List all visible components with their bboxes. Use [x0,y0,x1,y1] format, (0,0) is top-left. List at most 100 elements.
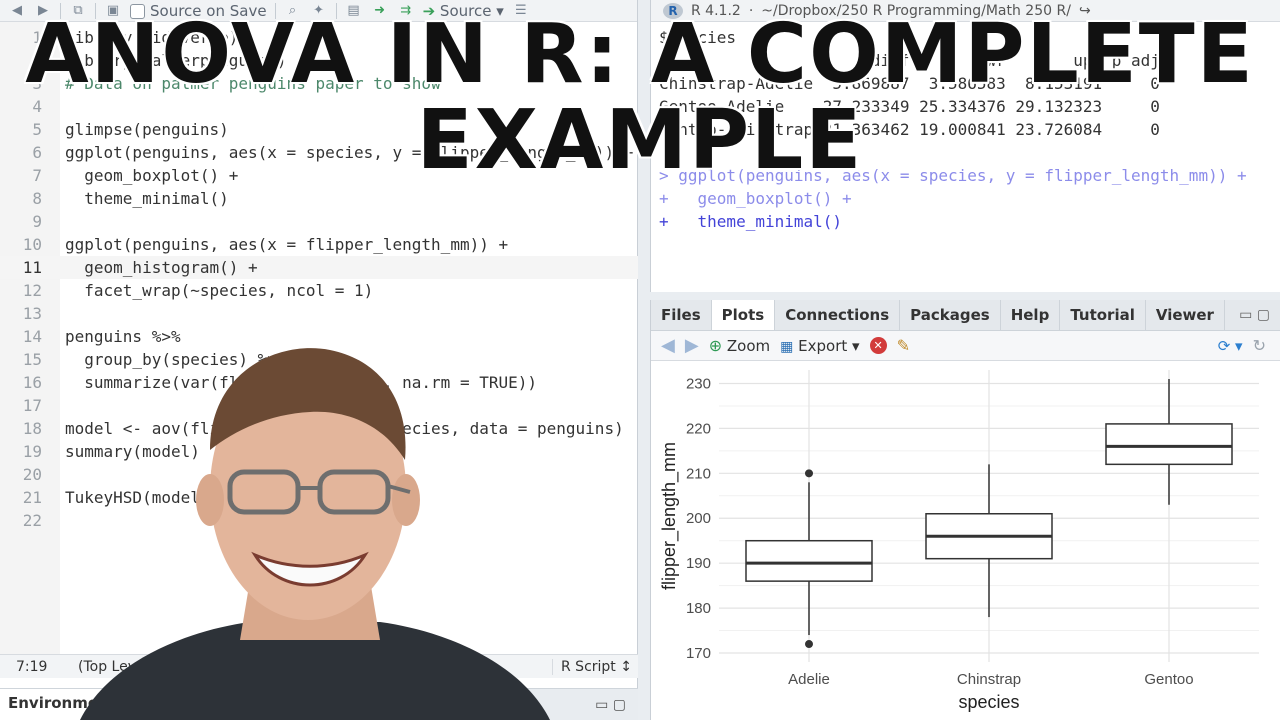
line-number: 7 [32,166,42,185]
code-line[interactable]: 1 library(tidyverse) [0,26,638,49]
y-tick-label: 230 [686,375,711,392]
source-on-save-toggle[interactable]: Source on Save [130,2,267,20]
line-number: 16 [22,373,42,392]
next-plot-icon[interactable]: ▶ [685,335,699,356]
code-line[interactable]: 4 [0,95,638,118]
zoom-icon: ⊕ [708,336,723,355]
x-axis-title: species [958,692,1019,712]
console-command-line: + theme_minimal() [659,212,843,231]
line-number: 19 [22,442,42,461]
line-number: 22 [22,511,42,530]
outline-menu-icon[interactable]: ☰ [512,3,530,19]
search-icon[interactable]: ⌕ [284,3,302,19]
code-line[interactable]: 2 library(palmerpenguins) [0,49,638,72]
tab-packages[interactable]: Packages [900,300,1001,330]
screen: ◀ ▶ ⧉ ▣ Source on Save ⌕ ✦ ▤ ➜ ⇉ ➔ Sourc… [0,0,1280,720]
presenter-ear [392,474,420,526]
toolbar-divider [95,2,96,19]
tab-help[interactable]: Help [1001,300,1061,330]
toolbar-divider [60,2,61,19]
header-separator: · [748,2,754,19]
file-type-dropdown[interactable]: R Script ↕ [552,658,638,675]
code-text: theme_minimal() [65,189,229,208]
line-number: 17 [22,396,42,415]
line-number: 18 [22,419,42,438]
code-line[interactable]: 5 glimpse(penguins) [0,118,638,141]
code-line[interactable]: 8 theme_minimal() [0,187,638,210]
source-on-save-checkbox[interactable] [130,3,145,19]
code-text: library(tidyverse) [65,28,239,47]
export-button[interactable]: ▦ Export ▾ [780,337,859,355]
boxplot-chart: 170 180 190 200 210 220 230 Adelie Chinstrap Gent… [659,370,1259,712]
save-icon[interactable]: ▣ [104,3,122,19]
r-logo-icon: R [663,2,683,19]
code-tools-wand-icon[interactable]: ✦ [310,3,328,19]
clear-plots-broom-icon[interactable]: ✎ [897,336,910,355]
y-tick-label: 220 [686,420,711,437]
code-line[interactable]: 7 geom_boxplot() + [0,164,638,187]
x-tick-label: Adelie [788,671,830,688]
code-line[interactable]: 10 ggplot(penguins, aes(x = flipper_lengt… [0,233,638,256]
y-axis-title: flipper_length_mm [659,442,680,590]
tab-viewer[interactable]: Viewer [1146,300,1225,330]
tab-connections[interactable]: Connections [775,300,901,330]
previous-plot-icon[interactable]: ◀ [661,335,675,356]
back-icon[interactable]: ◀ [8,3,26,19]
code-line[interactable]: 13 [0,302,638,325]
console-line: Gentoo-Adelie 27.233349 25.334376 29.132… [659,97,1160,116]
line-number: 2 [32,51,42,70]
tab-tutorial[interactable]: Tutorial [1060,300,1146,330]
code-line[interactable]: 9 [0,210,638,233]
line-number: 6 [32,143,42,162]
line-number: 13 [22,304,42,323]
line-number: 5 [32,120,42,139]
publish-icon[interactable]: ⟳ ▾ [1218,337,1243,355]
rerun-icon[interactable]: ⇉ [397,3,415,19]
source-button-label: Source [439,1,492,20]
r-version: R 4.1.2 [691,2,741,19]
run-icon[interactable]: ➜ [371,3,389,19]
compile-report-icon[interactable]: ▤ [345,3,363,19]
tab-plots[interactable]: Plots [711,300,776,330]
console-output[interactable]: $species diff lwr upr p adj Chinstrap-Ad… [651,22,1280,233]
line-number: 9 [32,212,42,231]
remove-plot-icon[interactable]: ✕ [869,337,887,354]
zoom-button[interactable]: ⊕ Zoom [709,336,770,355]
console-pane: R R 4.1.2 · ~/Dropbox/250 R Programming/… [650,0,1280,292]
refresh-icon[interactable]: ↻ [1253,336,1266,355]
working-directory: ~/Dropbox/250 R Programming/Math 250 R/ [761,2,1071,19]
source-button[interactable]: ➔ Source ▾ [423,2,504,20]
line-number: 21 [22,488,42,507]
code-line[interactable]: 6 ggplot(penguins, aes(x = species, y = f… [0,141,638,164]
pane-window-controls-icon[interactable]: ▭ ▢ [1239,300,1270,330]
line-number: 1 [32,28,42,47]
line-number: 12 [22,281,42,300]
tab-files[interactable]: Files [651,300,712,330]
x-tick-label: Chinstrap [957,671,1021,688]
console-line: $species [659,28,737,47]
show-in-window-icon[interactable]: ⧉ [69,3,87,19]
console-header: R R 4.1.2 · ~/Dropbox/250 R Programming/… [651,0,1280,22]
plots-pane-tabs: Files Plots Connections Packages Help Tu… [651,300,1280,331]
code-line-current[interactable]: 11 geom_histogram() + [0,256,638,279]
pane-window-controls-icon[interactable]: ▭ ▢ [595,697,626,713]
code-line[interactable]: 12 facet_wrap(~species, ncol = 1) [0,279,638,302]
y-tick-label: 180 [686,600,711,617]
outlier-point [805,640,813,649]
cursor-position: 7:19 [16,658,48,675]
line-number: 4 [32,97,42,116]
line-number: 8 [32,189,42,208]
console-line: diff lwr upr p adj [659,51,1160,70]
forward-icon[interactable]: ▶ [34,3,52,19]
go-to-directory-icon[interactable]: ↪ [1079,3,1091,19]
code-text: geom_boxplot() + [65,166,239,185]
line-number: 11 [22,258,42,277]
console-command-line: + geom_boxplot() + [659,189,852,208]
code-line[interactable]: 3 # Data on palmer penguins paper to show [0,72,638,95]
